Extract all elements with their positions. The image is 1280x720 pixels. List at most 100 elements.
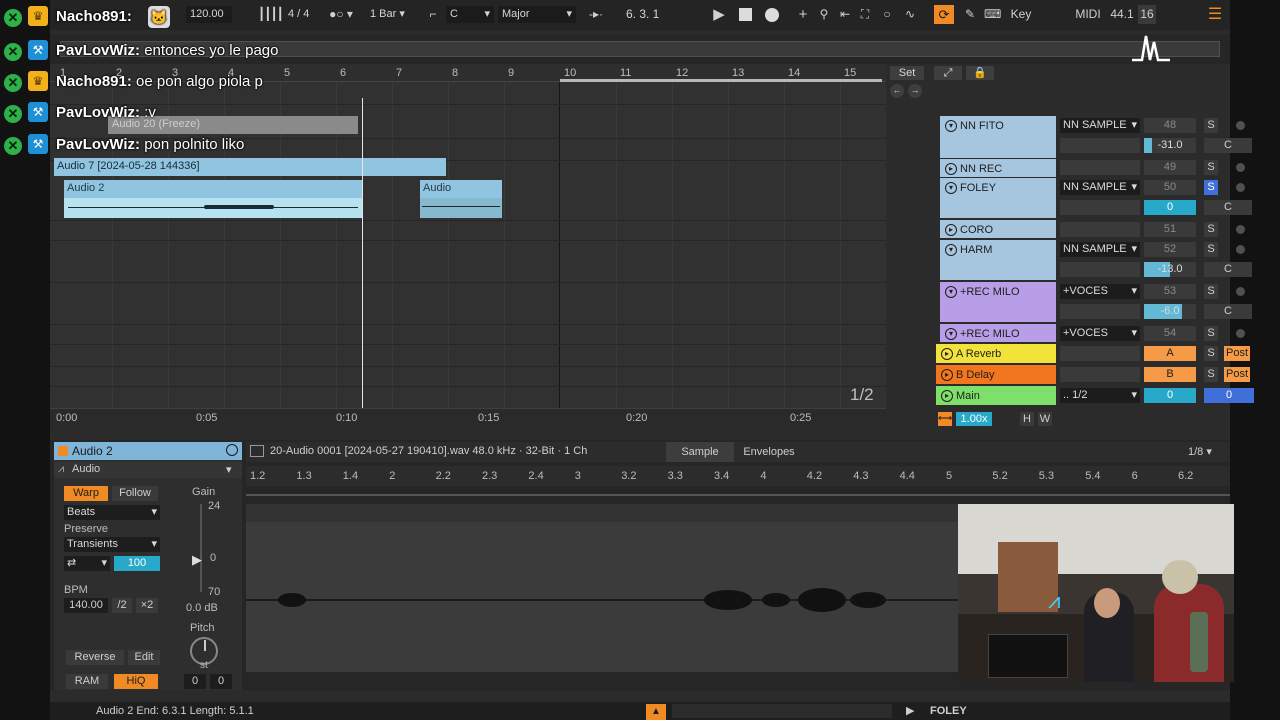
solo-button[interactable]: S [1204,326,1218,341]
arm-button[interactable] [1232,242,1248,257]
input-select[interactable]: NN SAMPLE ▾ [1060,118,1140,133]
midi-map-button[interactable]: MIDI [1074,5,1102,24]
warp-button[interactable]: Warp [64,486,108,501]
scroll-left-icon[interactable]: ← [890,84,904,98]
loop-start-icon[interactable]: -▸· [586,5,606,24]
input-select[interactable]: +VOCES ▾ [1060,284,1140,299]
pitch-semitones[interactable]: 0 [184,674,206,689]
input-select[interactable]: +VOCES ▾ [1060,326,1140,341]
track-coro[interactable]: ▸ CORO [940,220,1056,238]
fold-icon[interactable]: ▸ [941,348,953,360]
track-main[interactable]: ▸ Main [936,386,1056,405]
mini-waveform[interactable] [672,704,892,718]
clip-audio7[interactable]: Audio 7 [2024-05-28 144336] [54,158,446,176]
lock-icon[interactable]: 🔒 [966,66,994,80]
output-select[interactable]: .. 1/2 ▾ [1060,388,1140,403]
reverse-button[interactable]: Reverse [66,650,124,665]
scroll-right-icon[interactable]: → [908,84,922,98]
zoom-icon[interactable]: ⟷ [938,412,952,426]
quantize-select[interactable]: 1 Bar ▾ [366,6,422,23]
solo-button[interactable]: S [1204,180,1218,195]
track-foley[interactable]: ▾ FOLEY [940,178,1056,218]
arm-button[interactable] [1232,284,1248,299]
track-volume[interactable]: -31.0 [1144,138,1196,153]
scale-select[interactable]: Major ▾ [498,6,576,23]
grid-select[interactable]: 1/8 ▾ [1188,445,1212,458]
play-icon[interactable]: ▶ [710,5,728,24]
tab-sample[interactable]: Sample [666,442,734,462]
solo-button[interactable]: S [1204,118,1218,133]
clip-audio[interactable]: Audio [420,180,502,218]
session-record-icon[interactable]: ○ [880,5,894,24]
clip-audio2[interactable]: Audio 2 [64,180,362,218]
fold-icon[interactable]: ▸ [945,224,957,236]
record-icon[interactable] [765,8,779,22]
clip-header[interactable]: Audio 2 [54,442,242,460]
track-nn-rec[interactable]: ▸ NN REC [940,159,1056,177]
track-rec-milo[interactable]: ▾ +REC MILO [940,282,1056,322]
main-volume[interactable]: 0 [1144,388,1196,403]
add-icon[interactable]: + [796,5,810,24]
track-number[interactable]: 49 [1144,160,1196,175]
song-position[interactable]: 6. 3. 1 [622,6,696,23]
track-volume[interactable]: 0 [1144,200,1196,215]
w-button[interactable]: W [1038,412,1052,426]
pan-knob[interactable]: C [1204,200,1252,215]
key-map-button[interactable]: Key [1008,5,1034,24]
return-b-delay[interactable]: ▸ B Delay [936,365,1056,384]
arm-button[interactable] [1232,326,1248,341]
arm-button[interactable] [1232,222,1248,237]
zoom-field[interactable]: 1.00x [956,412,992,426]
track-number[interactable]: 48 [1144,118,1196,133]
track-harm[interactable]: ▾ HARM [940,240,1056,280]
follow-button[interactable]: Follow [112,486,158,501]
input-select[interactable]: NN SAMPLE ▾ [1060,242,1140,257]
key-select[interactable]: C ▾ [446,6,494,23]
pan-knob[interactable]: C [1204,262,1252,277]
arm-button[interactable] [1232,118,1248,133]
return-button[interactable]: B [1144,367,1196,382]
track-nn-fito[interactable]: ▾ NN FITO [940,116,1056,158]
input-select[interactable]: NN SAMPLE ▾ [1060,180,1140,195]
fold-icon[interactable]: ▾ [945,328,957,340]
tab-envelopes[interactable]: Envelopes [736,442,802,462]
track-number[interactable]: 50 [1144,180,1196,195]
sample-ruler[interactable]: 1.2 1.3 1.4 2 2.2 2.3 2.4 3 3.2 3.3 3.4 4 4.2 4.3 4.4 5… [246,466,1230,486]
playhead[interactable] [362,98,363,408]
return-button[interactable]: A [1144,346,1196,361]
back-icon[interactable]: ⇤ [838,5,852,24]
post-button[interactable]: Post [1224,346,1250,361]
fold-icon[interactable]: ▸ [941,390,953,402]
preserve-select[interactable]: Transients ▾ [64,537,160,552]
solo-button[interactable]: S [1204,284,1218,299]
arrangement-view[interactable]: Audio 20 (Freeze) Audio 7 [2024-05-28 14… [50,82,886,408]
arm-button[interactable] [1232,160,1248,175]
loop-icon[interactable]: ⟳ [934,5,954,24]
gain-slider[interactable] [200,504,202,592]
fold-icon[interactable]: ▸ [941,369,953,381]
gain-handle-icon[interactable]: ▶ [192,552,202,568]
expand-icon[interactable]: ⤢ [934,66,962,80]
follow-icon[interactable]: ⌐ [426,5,440,24]
chevron-down-icon[interactable]: ▾ [226,463,232,476]
menu-icon[interactable]: ☰ [1206,5,1224,24]
stop-icon[interactable] [739,8,752,21]
curve-icon[interactable]: ∿ [902,5,918,24]
solo-button[interactable]: S [1204,367,1218,382]
fold-icon[interactable]: ▾ [945,182,957,194]
clip-activator-icon[interactable] [226,444,238,456]
ram-button[interactable]: RAM [66,674,108,689]
track-number[interactable]: 53 [1144,284,1196,299]
track-number[interactable]: 51 [1144,222,1196,237]
solo-button[interactable]: S [1204,222,1218,237]
fold-icon[interactable]: ▾ [945,244,957,256]
solo-button[interactable]: S [1204,160,1218,175]
track-volume[interactable]: -13.0 [1144,262,1196,277]
punch-icon[interactable]: ⛶ [858,5,872,24]
half-tempo-button[interactable]: /2 [112,598,132,613]
main-pan[interactable]: 0 [1204,388,1254,403]
keyboard-icon[interactable]: ⌨ [984,5,1001,24]
solo-button[interactable]: S [1204,242,1218,257]
edit-button[interactable]: Edit [128,650,160,665]
transient-envelope[interactable]: 100 [114,556,160,571]
